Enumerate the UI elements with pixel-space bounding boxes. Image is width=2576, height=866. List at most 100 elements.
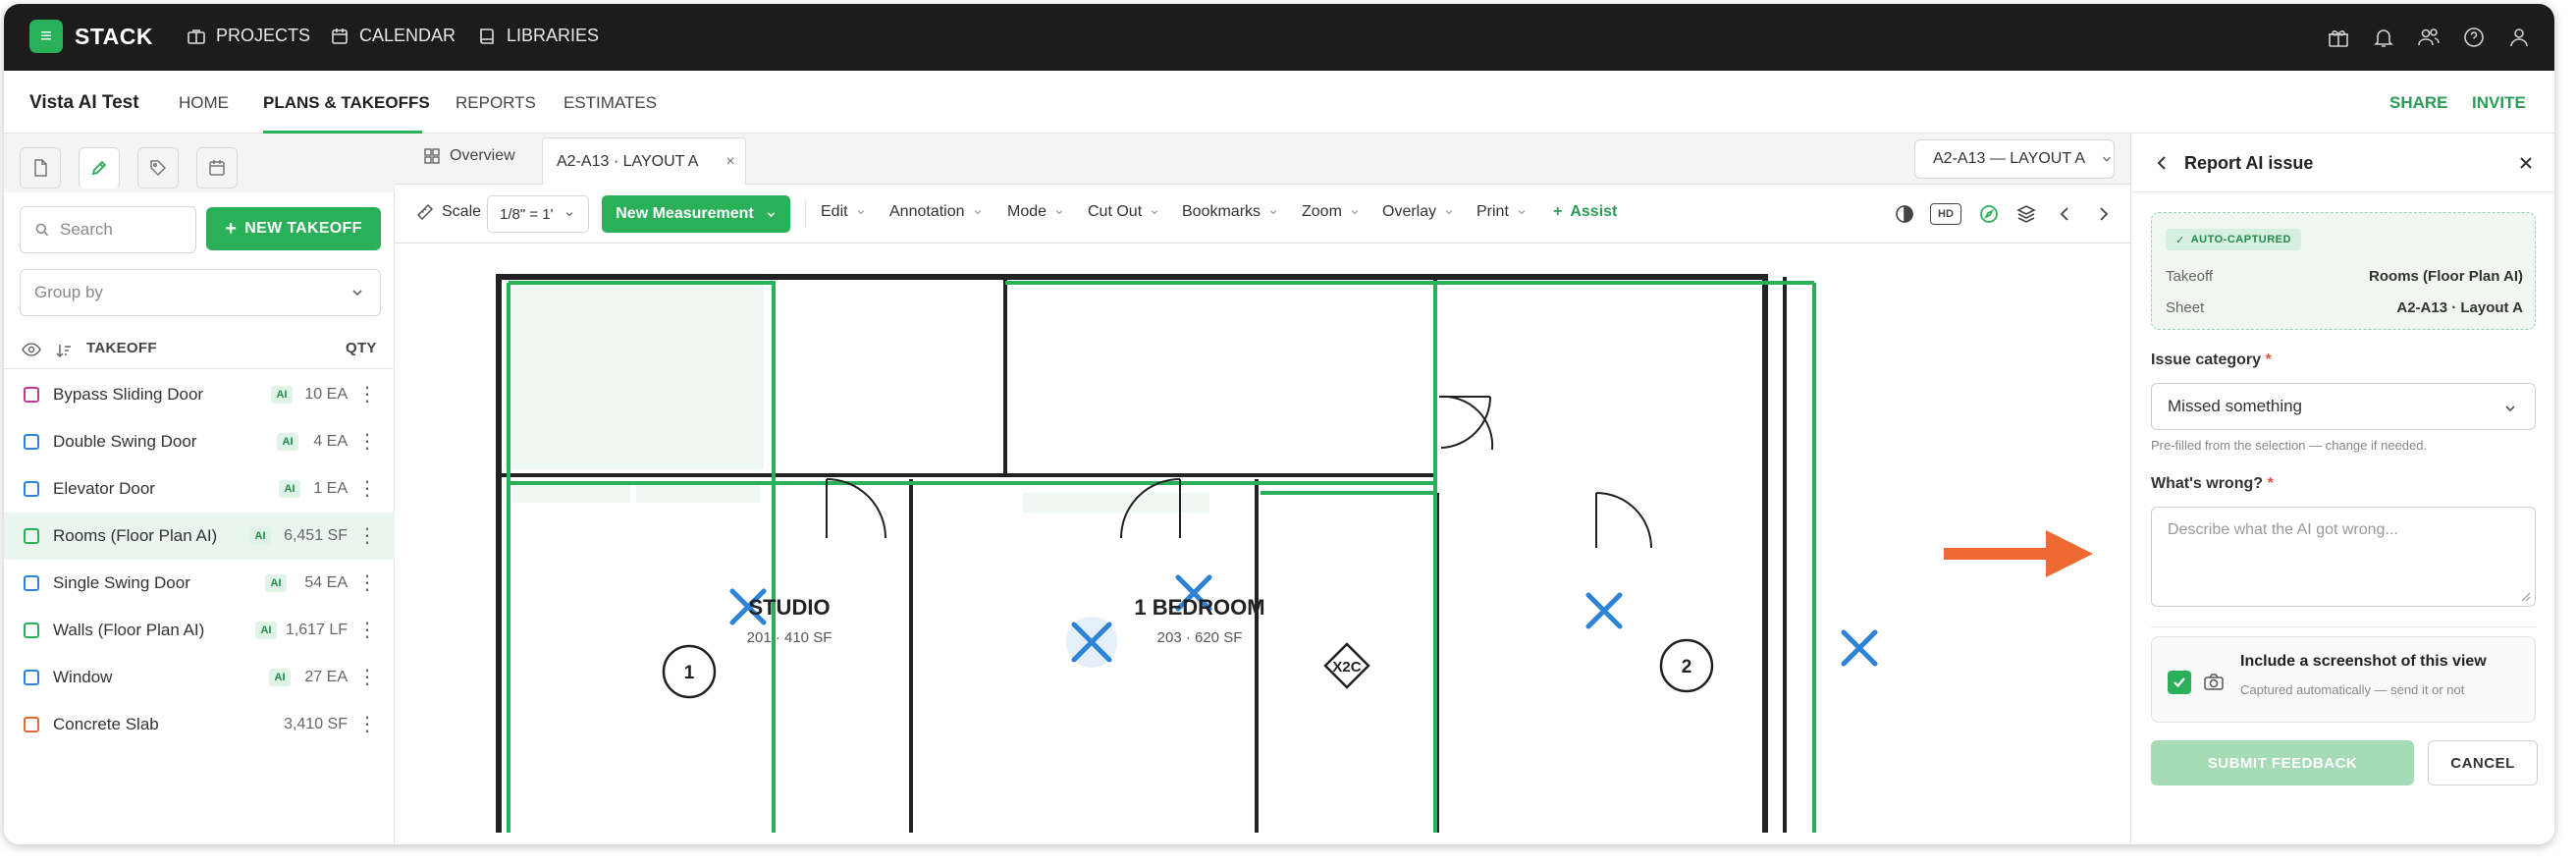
ai-badge: AI	[265, 574, 287, 592]
chevron-down-icon	[352, 290, 362, 297]
takeoff-qty: 10 EA	[304, 386, 348, 403]
tab-estimates[interactable]: ESTIMATES	[564, 93, 657, 113]
menu-edit[interactable]: Edit	[821, 203, 866, 221]
gift-icon[interactable]	[2327, 26, 2350, 49]
resize-handle-icon[interactable]	[2519, 590, 2531, 602]
takeoff-row[interactable]: Single Swing Door AI 54 EA ⋮	[4, 560, 395, 607]
color-swatch	[24, 387, 39, 403]
tab-tags[interactable]	[137, 147, 179, 189]
more-icon[interactable]: ⋮	[357, 476, 377, 501]
door-swings	[826, 395, 1652, 549]
studio-room-fill[interactable]	[505, 273, 764, 469]
tab-documents[interactable]	[20, 147, 61, 189]
sort-icon[interactable]	[55, 342, 73, 359]
compass-icon[interactable]	[1977, 202, 2001, 226]
more-icon[interactable]: ⋮	[357, 618, 377, 642]
hd-toggle[interactable]: HD	[1930, 203, 1961, 225]
column-takeoff: TAKEOFF	[86, 340, 157, 356]
invite-button[interactable]: INVITE	[2472, 93, 2526, 113]
takeoff-row[interactable]: Concrete Slab 3,410 SF ⋮	[4, 701, 395, 748]
tab-reports[interactable]: REPORTS	[456, 93, 536, 113]
share-button[interactable]: SHARE	[2389, 93, 2448, 113]
floor-plan[interactable]: STUDIO 201 · 410 SF 1 BEDROOM 203 · 620 …	[395, 244, 2130, 844]
takeoff-row[interactable]: Elevator Door AI 1 EA ⋮	[4, 465, 395, 513]
takeoff-row[interactable]: Bypass Sliding Door AI 10 EA ⋮	[4, 371, 395, 418]
new-measurement-button[interactable]: New Measurement	[602, 195, 790, 233]
takeoff-row[interactable]: Double Swing Door AI 4 EA ⋮	[4, 418, 395, 465]
screenshot-checkbox[interactable]	[2168, 671, 2191, 694]
briefcase-icon	[188, 28, 205, 44]
tab-plans-takeoffs[interactable]: PLANS & TAKEOFFS	[263, 93, 430, 113]
back-icon[interactable]	[2153, 153, 2173, 173]
new-measurement-label: New Measurement	[616, 205, 754, 222]
screenshot-option[interactable]: Include a screenshot of this view Captur…	[2151, 636, 2536, 723]
more-icon[interactable]: ⋮	[357, 429, 377, 454]
tab-takeoffs[interactable]	[79, 147, 120, 189]
nav-libraries[interactable]: LIBRARIES	[477, 26, 599, 46]
chevron-left-icon[interactable]	[2054, 202, 2077, 226]
more-icon[interactable]: ⋮	[357, 665, 377, 689]
takeoff-name: Rooms (Floor Plan AI)	[53, 526, 218, 545]
group-by-select[interactable]: Group by	[20, 269, 381, 316]
chevron-down-icon	[1351, 210, 1359, 215]
menu-annotation[interactable]: Annotation	[889, 203, 983, 221]
takeoff-row[interactable]: Window AI 27 EA ⋮	[4, 654, 395, 701]
plus-icon: +	[1553, 203, 1563, 220]
chevron-right-icon[interactable]	[2091, 202, 2115, 226]
takeoff-list-header: TAKEOFF QTY	[4, 330, 395, 369]
tab-home[interactable]: HOME	[179, 93, 229, 113]
column-qty[interactable]: QTY	[346, 340, 377, 356]
contrast-icon[interactable]	[1893, 202, 1916, 226]
takeoff-row[interactable]: Walls (Floor Plan AI) AI 1,617 LF ⋮	[4, 607, 395, 654]
tab-document[interactable]: A2-A13 · LAYOUT A ×	[542, 137, 746, 185]
new-takeoff-label: NEW TAKEOFF	[244, 220, 362, 237]
layers-icon[interactable]	[2014, 202, 2038, 226]
logo-icon[interactable]: ≡	[29, 20, 63, 53]
panel-icon-bar	[4, 134, 395, 192]
panel-title: Report AI issue	[2184, 153, 2314, 173]
tab-calendar[interactable]	[196, 147, 238, 189]
ai-marker	[1585, 592, 1623, 629]
sheet-key: Sheet	[2166, 299, 2205, 316]
required-mark: *	[2267, 475, 2274, 492]
divider	[2151, 626, 2536, 627]
menu-bookmarks[interactable]: Bookmarks	[1182, 203, 1278, 221]
whats-wrong-textarea[interactable]: Describe what the AI got wrong...	[2151, 507, 2536, 607]
chevron-down-icon	[857, 210, 864, 215]
sheet-select[interactable]: A2-A13 — LAYOUT A	[1914, 139, 2115, 179]
new-takeoff-button[interactable]: + NEW TAKEOFF	[206, 207, 381, 250]
close-icon[interactable]: ×	[725, 153, 734, 171]
help-icon[interactable]	[2462, 26, 2486, 49]
more-icon[interactable]: ⋮	[357, 712, 377, 736]
search-input[interactable]: Search	[20, 206, 196, 253]
menu-print-label: Print	[1476, 203, 1509, 220]
menu-zoom[interactable]: Zoom	[1302, 203, 1360, 221]
scale-select[interactable]: 1/8" = 1'	[487, 195, 589, 233]
more-icon[interactable]: ⋮	[357, 523, 377, 548]
menu-overlay[interactable]: Overlay	[1382, 203, 1454, 221]
nav-projects[interactable]: PROJECTS	[187, 26, 310, 46]
menu-mode[interactable]: Mode	[1007, 203, 1064, 221]
eye-icon[interactable]	[22, 342, 41, 357]
group-by-label: Group by	[34, 283, 103, 301]
more-icon[interactable]: ⋮	[357, 382, 377, 406]
takeoff-row[interactable]: Rooms (Floor Plan AI) AI 6,451 SF ⋮	[4, 513, 395, 560]
camera-icon	[2204, 674, 2224, 690]
plan-canvas[interactable]: STUDIO 201 · 410 SF 1 BEDROOM 203 · 620 …	[395, 244, 2130, 844]
submit-feedback-button[interactable]: SUBMIT FEEDBACK	[2151, 740, 2414, 785]
brand-name[interactable]: STACK	[75, 24, 153, 50]
ai-badge: AI	[255, 622, 277, 639]
more-icon[interactable]: ⋮	[357, 570, 377, 595]
users-icon[interactable]	[2417, 26, 2441, 49]
assist-button[interactable]: + Assist	[1553, 203, 1617, 221]
issue-category-select[interactable]: Missed something	[2151, 383, 2536, 430]
takeoff-name: Double Swing Door	[53, 432, 197, 451]
tab-overview[interactable]: Overview	[424, 147, 515, 165]
menu-cut-out[interactable]: Cut Out	[1088, 203, 1159, 221]
user-icon[interactable]	[2507, 26, 2531, 49]
bell-icon[interactable]	[2372, 26, 2395, 49]
menu-print[interactable]: Print	[1476, 203, 1527, 221]
nav-calendar[interactable]: CALENDAR	[330, 26, 456, 46]
close-icon[interactable]	[2516, 153, 2536, 173]
cancel-button[interactable]: CANCEL	[2428, 740, 2538, 785]
